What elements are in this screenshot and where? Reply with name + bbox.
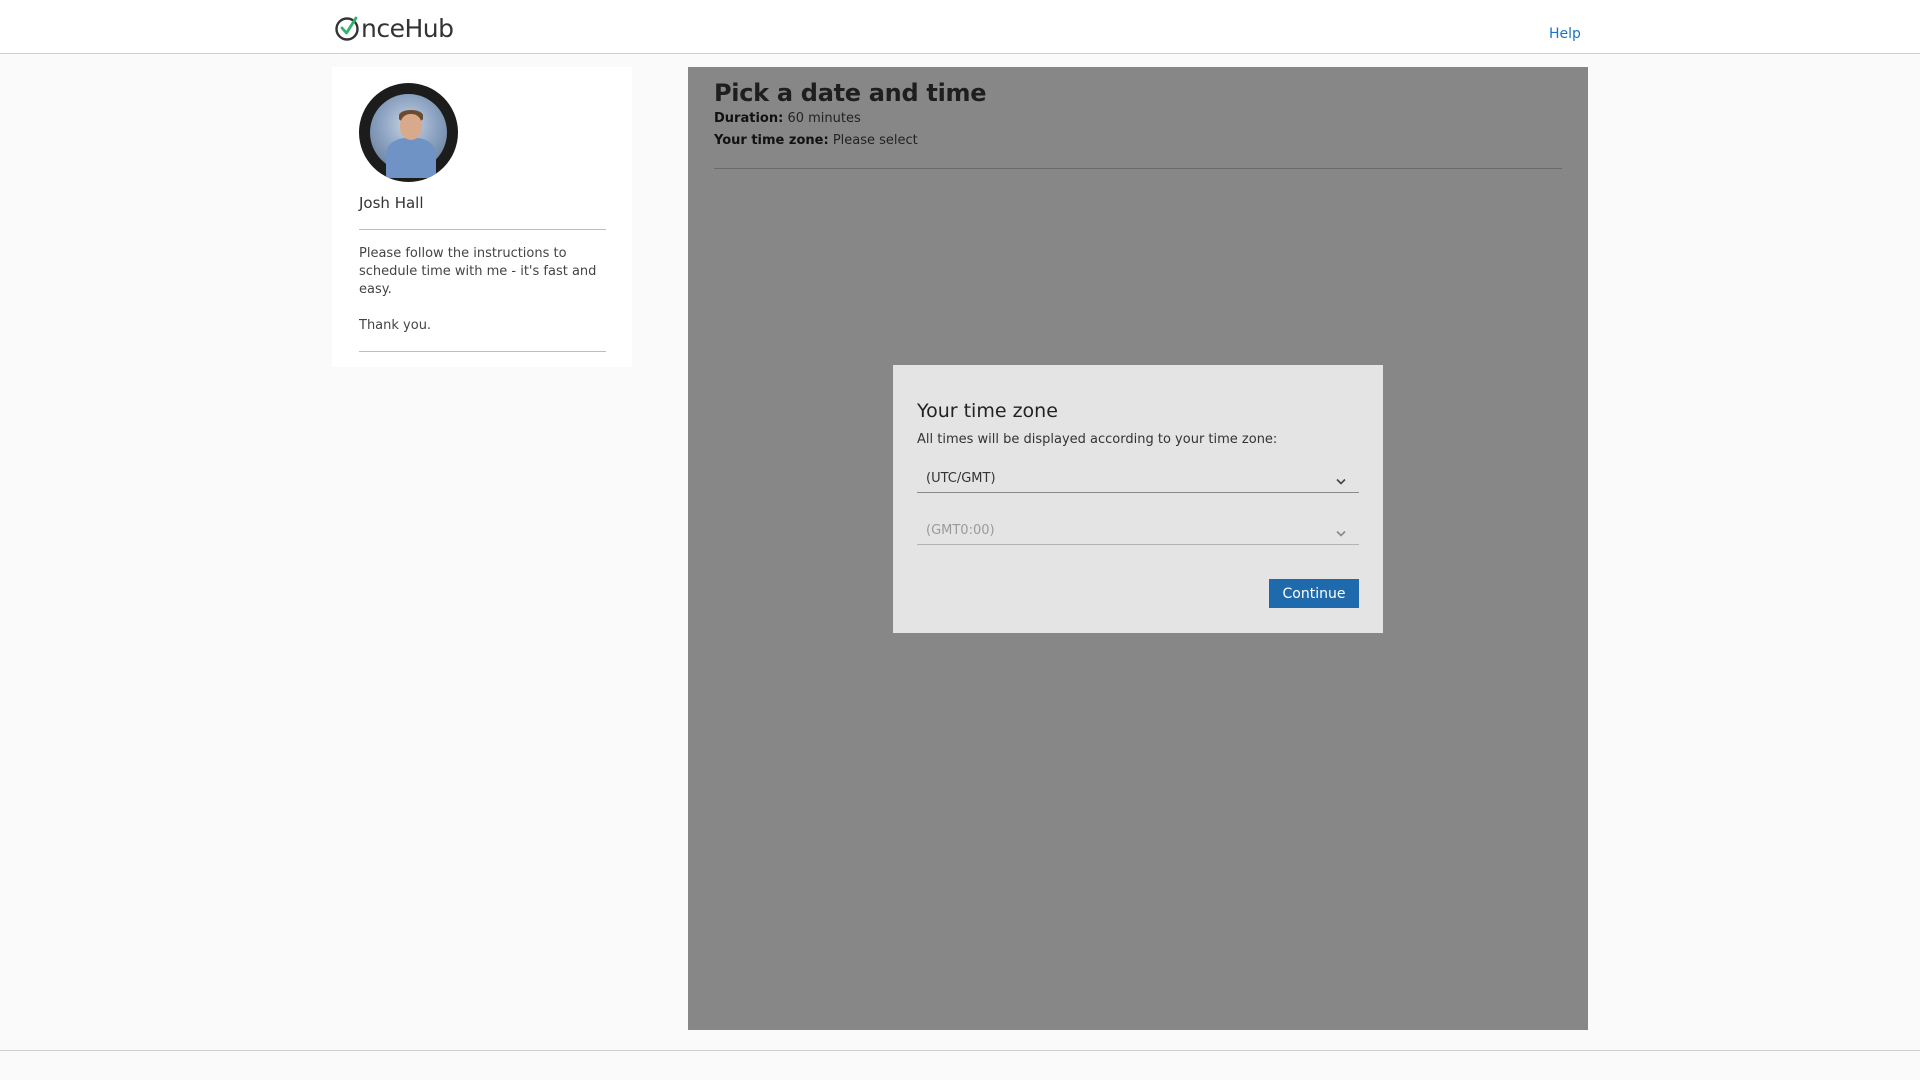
duration-label: Duration:	[714, 111, 784, 126]
chevron-down-icon	[1336, 471, 1346, 485]
page-title: Pick a date and time	[714, 79, 987, 107]
region-select-value: (UTC/GMT)	[926, 471, 996, 486]
timezone-label: Your time zone:	[714, 133, 829, 148]
zone-select-value: (GMT0:00)	[926, 523, 995, 538]
timezone-modal: Your time zone All times will be display…	[893, 365, 1383, 633]
duration-value: 60 minutes	[787, 111, 861, 126]
modal-title: Your time zone	[917, 400, 1058, 422]
profile-description: Please follow the instructions to schedu…	[359, 246, 597, 297]
help-link[interactable]: Help	[1549, 26, 1581, 42]
check-circle-logo-icon	[334, 15, 360, 41]
profile-name: Josh Hall	[359, 194, 424, 212]
profile-closing: Thank you.	[359, 318, 432, 333]
top-bar: nceHub Help	[0, 0, 1920, 54]
modal-subtitle: All times will be displayed according to…	[917, 432, 1278, 447]
oncehub-logo[interactable]: nceHub	[334, 12, 454, 44]
profile-divider-top	[359, 229, 606, 230]
booking-divider	[714, 168, 1562, 169]
timezone-value: Please select	[832, 133, 918, 148]
zone-select[interactable]: (GMT0:00)	[917, 515, 1359, 545]
logo-text: nceHub	[361, 13, 454, 43]
footer-divider	[0, 1050, 1920, 1051]
duration-line: Duration: 60 minutes	[714, 111, 861, 126]
region-select[interactable]: (UTC/GMT)	[917, 463, 1359, 493]
profile-divider-bottom	[359, 351, 606, 352]
profile-card: Josh Hall Please follow the instructions…	[332, 67, 632, 367]
chevron-down-icon	[1336, 523, 1346, 537]
continue-button[interactable]: Continue	[1269, 579, 1359, 608]
avatar	[359, 83, 458, 182]
timezone-line: Your time zone: Please select	[714, 133, 918, 148]
